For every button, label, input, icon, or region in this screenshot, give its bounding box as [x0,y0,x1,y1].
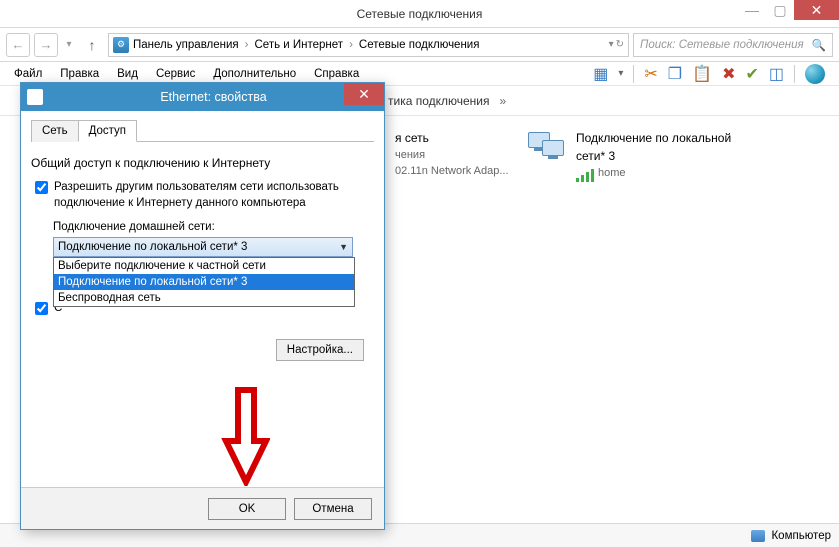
connection-name: Подключение по локальной [576,130,731,147]
crumb-sep-icon: › [347,39,355,51]
dialog-body: Сеть Доступ Общий доступ к подключению к… [21,111,384,487]
menu-help[interactable]: Справка [306,65,367,83]
signal-icon [576,168,594,182]
crumb-network-internet[interactable]: Сеть и Интернет [255,39,344,51]
toolbar: ▦ ▾ ✂ ❐ 📋 ✖ ✔ ◫ [593,64,833,84]
allow-control-checkbox[interactable] [35,302,48,315]
check-icon[interactable]: ✔ [745,64,758,84]
group-title: Общий доступ к подключению к Интернету [31,156,374,170]
window-title: Сетевые подключения [0,7,839,21]
connection-adapter: 02.11n Network Adap... [395,164,509,179]
crumb-control-panel[interactable]: Панель управления [133,39,239,51]
computer-icon [751,530,765,542]
properties-icon[interactable]: ◫ [769,64,784,84]
dialog-titlebar[interactable]: Ethernet: свойства ✕ [21,83,384,111]
crumb-sep-icon: › [243,39,251,51]
ics-group: Общий доступ к подключению к Интернету Р… [31,156,374,317]
search-icon: 🔍 [812,38,826,52]
cut-icon[interactable]: ✂ [644,64,657,84]
dialog-footer: OK Отмена [21,487,384,529]
home-network-combo[interactable]: Подключение по локальной сети* 3 ▼ Выбер… [53,237,353,257]
cancel-button[interactable]: Отмена [294,498,372,520]
up-button[interactable]: ↑ [80,33,104,57]
search-input[interactable]: Поиск: Сетевые подключения 🔍 [633,33,833,57]
crumb-network-connections[interactable]: Сетевые подключения [359,39,480,51]
chevron-icon[interactable]: » [490,94,517,108]
maximize-button[interactable]: ▢ [766,0,794,20]
connection-name: я сеть [395,130,509,147]
search-placeholder: Поиск: Сетевые подключения [640,39,804,51]
ok-button[interactable]: OK [208,498,286,520]
nav-bar: ← → ▾ ↑ ⚙ Панель управления › Сеть и Инт… [0,28,839,62]
dialog-title: Ethernet: свойства [43,90,384,104]
menu-service[interactable]: Сервис [148,65,203,83]
dialog-icon [27,89,43,105]
combo-dropdown: Выберите подключение к частной сети Подк… [53,257,355,307]
dialog-close-button[interactable]: ✕ [344,83,384,105]
tab-access[interactable]: Доступ [78,120,137,142]
shell-icon[interactable] [805,64,825,84]
delete-icon[interactable]: ✖ [722,64,735,84]
control-panel-icon: ⚙ [113,37,129,53]
tab-network[interactable]: Сеть [31,120,79,142]
allow-sharing-row: Разрешить другим пользователям сети испо… [31,180,374,211]
allow-sharing-label: Разрешить другим пользователям сети испо… [54,180,374,211]
network-connection-item[interactable]: Подключение по локальной сети* 3 home [528,130,731,182]
tab-strip: Сеть Доступ [31,119,374,142]
close-button[interactable]: ✕ [794,0,839,20]
address-bar[interactable]: ⚙ Панель управления › Сеть и Интернет › … [108,33,629,57]
window-titlebar: Сетевые подключения — ▢ ✕ [0,0,839,28]
menu-edit[interactable]: Правка [52,65,107,83]
connection-ssid: home [598,166,626,181]
forward-button[interactable]: → [34,33,58,57]
connection-status: чения [395,148,509,163]
chevron-down-icon: ▼ [339,242,348,252]
combo-option[interactable]: Выберите подключение к частной сети [54,258,354,274]
paste-icon[interactable]: 📋 [692,64,712,84]
menu-view[interactable]: Вид [109,65,146,83]
chevron-down-icon[interactable]: ▾ [618,68,623,79]
minimize-button[interactable]: — [738,0,766,20]
status-computer: Компьютер [771,530,831,542]
connection-name-line2: сети* 3 [576,148,731,165]
history-dropdown[interactable]: ▾ [62,39,76,50]
allow-sharing-checkbox[interactable] [35,181,48,194]
combo-option-selected[interactable]: Подключение по локальной сети* 3 [54,274,354,290]
combo-option[interactable]: Беспроводная сеть [54,290,354,306]
refresh-button[interactable]: ↻ [616,39,624,50]
network-connection-item[interactable]: я сеть чения 02.11n Network Adap... [395,130,509,180]
back-button[interactable]: ← [6,33,30,57]
address-dropdown[interactable]: ▾ [609,39,614,50]
separator [633,65,634,83]
window-controls: — ▢ ✕ [738,0,839,20]
combo-value: Подключение по локальной сети* 3 [58,241,247,253]
settings-button[interactable]: Настройка... [276,339,364,361]
menu-extra[interactable]: Дополнительно [205,65,304,83]
copy-icon[interactable]: ❐ [668,64,682,84]
separator [794,65,795,83]
layout-icon[interactable]: ▦ [593,64,608,84]
ethernet-properties-dialog: Ethernet: свойства ✕ Сеть Доступ Общий д… [20,82,385,530]
menu-file[interactable]: Файл [6,65,50,83]
home-network-label: Подключение домашней сети: [31,221,374,233]
network-icon [528,130,568,166]
